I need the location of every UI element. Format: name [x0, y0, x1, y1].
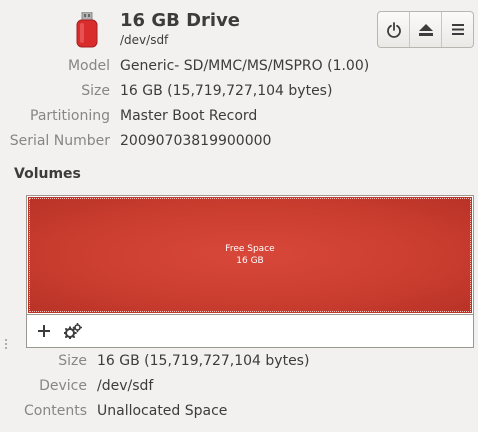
drive-toolbar	[377, 11, 474, 48]
eject-button[interactable]	[410, 12, 442, 47]
create-partition-button[interactable]	[32, 319, 56, 343]
pane-resize-grip-icon[interactable]	[4, 338, 8, 350]
hamburger-menu-icon	[451, 24, 464, 35]
serial-number-label: Serial Number	[9, 133, 110, 149]
volume-size-row: Size 16 GB (15,719,727,104 bytes)	[0, 353, 309, 373]
model-row: Model Generic- SD/MMC/MS/MSPRO (1.00)	[0, 58, 369, 78]
volume-size-value: 16 GB (15,719,727,104 bytes)	[97, 353, 310, 369]
usb-drive-icon	[76, 12, 98, 48]
size-value: 16 GB (15,719,727,104 bytes)	[120, 83, 333, 99]
plus-icon	[38, 325, 50, 337]
power-off-button[interactable]	[378, 12, 410, 47]
menu-button[interactable]	[442, 12, 473, 47]
partitioning-label: Partitioning	[30, 108, 110, 124]
device-label: Device	[39, 378, 87, 394]
gears-icon	[64, 323, 82, 339]
volume-size-label: 16 GB	[236, 256, 264, 266]
power-icon	[386, 21, 401, 38]
partitioning-value: Master Boot Record	[120, 108, 258, 124]
contents-label: Contents	[24, 403, 87, 419]
volume-toolbar	[26, 315, 474, 348]
volumes-heading: Volumes	[14, 166, 81, 182]
size-label: Size	[81, 83, 110, 99]
device-value: /dev/sdf	[97, 378, 154, 394]
volume-map: Free Space 16 GB	[26, 195, 474, 315]
drive-title: 16 GB Drive	[120, 10, 241, 31]
volume-size-label: Size	[58, 353, 87, 369]
contents-value: Unallocated Space	[97, 403, 228, 419]
eject-icon	[418, 23, 433, 36]
serial-number-row: Serial Number 20090703819900000	[0, 133, 272, 153]
partitioning-row: Partitioning Master Boot Record	[0, 108, 257, 128]
volume-type-label: Free Space	[225, 244, 275, 254]
additional-options-button[interactable]	[61, 319, 85, 343]
model-label: Model	[67, 58, 110, 74]
device-row: Device /dev/sdf	[0, 378, 153, 398]
serial-number-value: 20090703819900000	[120, 133, 272, 149]
free-space-volume[interactable]: Free Space 16 GB	[28, 197, 472, 313]
model-value: Generic- SD/MMC/MS/MSPRO (1.00)	[120, 58, 370, 74]
drive-path: /dev/sdf	[120, 33, 169, 47]
size-row: Size 16 GB (15,719,727,104 bytes)	[0, 83, 332, 103]
contents-row: Contents Unallocated Space	[0, 403, 227, 423]
